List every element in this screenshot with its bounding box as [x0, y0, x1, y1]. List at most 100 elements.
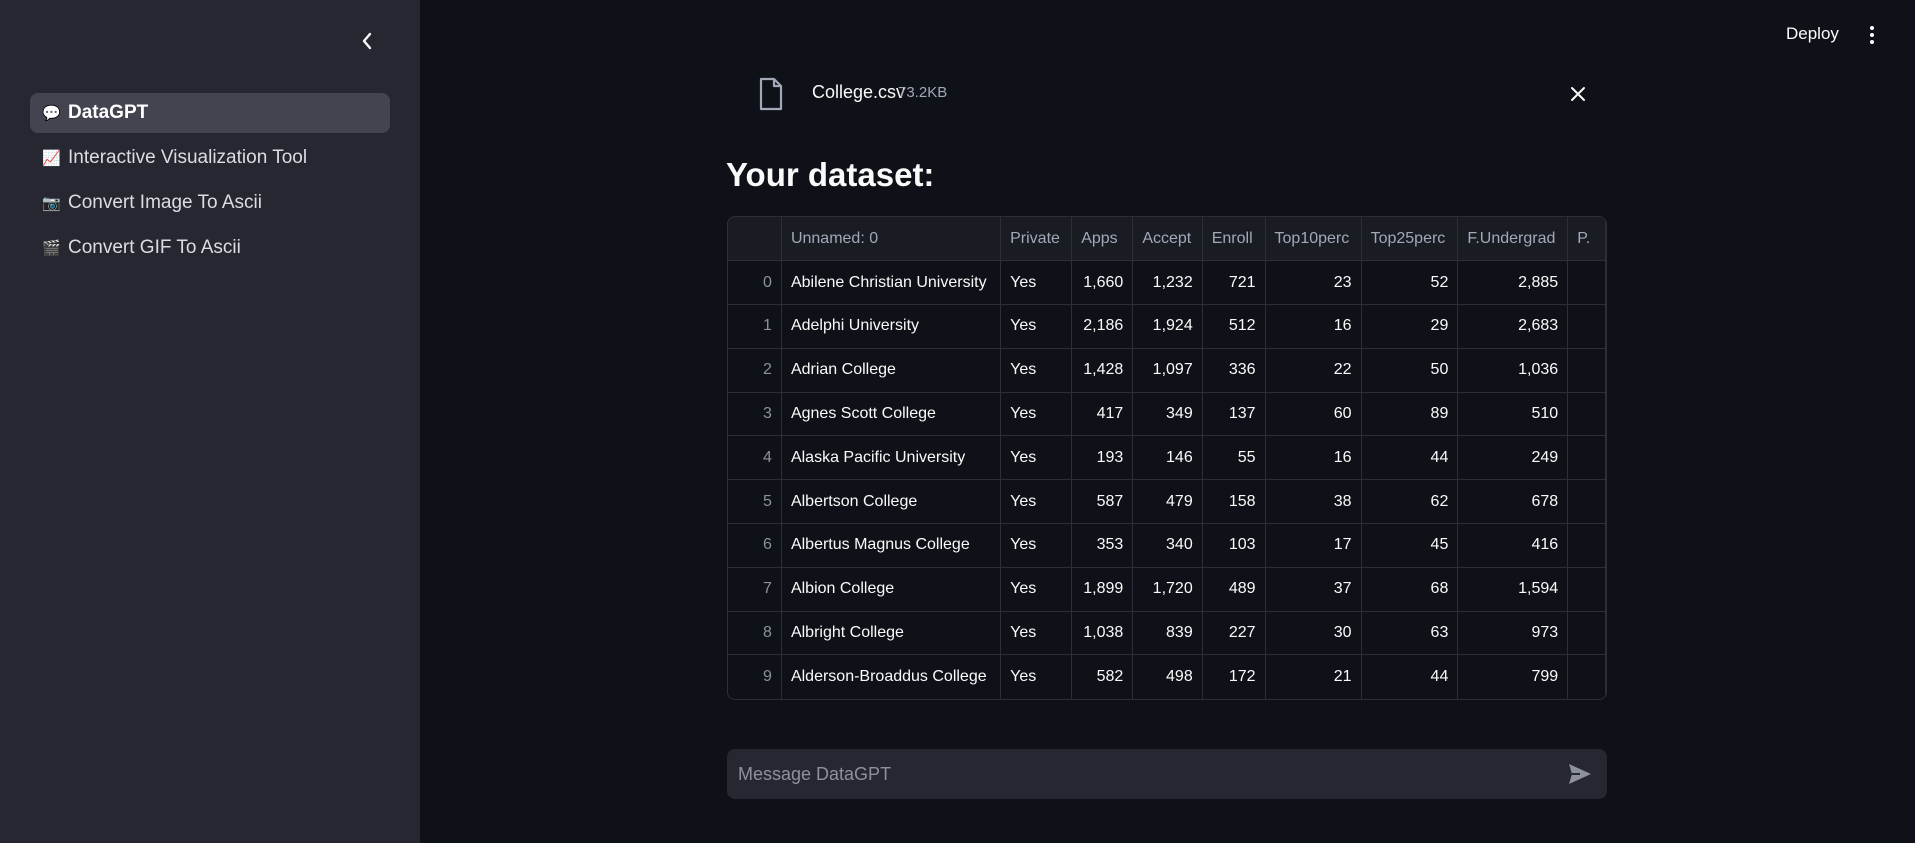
sidebar-item-convert-gif-to-ascii[interactable]: 🎬 Convert GIF To Ascii: [30, 228, 390, 268]
table-cell[interactable]: 50: [1361, 348, 1459, 393]
table-cell[interactable]: 17: [1265, 523, 1362, 568]
table-cell[interactable]: Alderson-Broaddus College: [781, 654, 1002, 699]
table-cell[interactable]: 510: [1457, 392, 1569, 437]
column-header[interactable]: Unnamed: 0: [781, 217, 1002, 262]
table-cell[interactable]: 60: [1265, 392, 1362, 437]
index-column-header[interactable]: [728, 217, 782, 262]
column-header[interactable]: Top25perc: [1361, 217, 1459, 262]
table-cell[interactable]: 227: [1202, 611, 1266, 656]
table-cell[interactable]: 21: [1265, 654, 1362, 699]
table-cell[interactable]: [1567, 611, 1606, 656]
chat-input[interactable]: [727, 749, 1547, 799]
table-cell[interactable]: 1,720: [1132, 567, 1203, 612]
table-cell[interactable]: 158: [1202, 479, 1266, 525]
table-cell[interactable]: Abilene Christian University: [781, 260, 1002, 306]
table-cell[interactable]: Yes: [1000, 392, 1073, 437]
row-index-cell[interactable]: 8: [728, 611, 782, 656]
table-cell[interactable]: 839: [1132, 611, 1203, 656]
table-cell[interactable]: 512: [1202, 304, 1266, 349]
table-cell[interactable]: 1,594: [1457, 567, 1569, 612]
table-cell[interactable]: Agnes Scott College: [781, 392, 1002, 437]
table-cell[interactable]: 16: [1265, 435, 1362, 481]
table-row[interactable]: 3 Agnes Scott College Yes 417 349 137 60 89 510: [728, 392, 1606, 437]
row-index-cell[interactable]: 2: [728, 348, 782, 393]
column-header[interactable]: Accept: [1132, 217, 1203, 262]
table-cell[interactable]: 1,038: [1071, 611, 1134, 656]
sidebar-item-interactive-visualization-tool[interactable]: 📈 Interactive Visualization Tool: [30, 138, 390, 178]
table-cell[interactable]: [1567, 392, 1606, 437]
row-index-cell[interactable]: 7: [728, 567, 782, 612]
table-cell[interactable]: 417: [1071, 392, 1134, 437]
table-cell[interactable]: [1567, 523, 1606, 568]
table-row[interactable]: 8 Albright College Yes 1,038 839 227 30 63 973: [728, 611, 1606, 656]
table-cell[interactable]: 16: [1265, 304, 1362, 349]
table-row[interactable]: 9 Alderson-Broaddus College Yes 582 498 172 21…: [728, 654, 1606, 699]
table-cell[interactable]: 1,428: [1071, 348, 1134, 393]
table-row[interactable]: 6 Albertus Magnus College Yes 353 340 103 17 45…: [728, 523, 1606, 568]
main-menu-icon[interactable]: [1862, 22, 1882, 48]
table-cell[interactable]: Adrian College: [781, 348, 1002, 393]
sidebar-item-datagpt[interactable]: 💬 DataGPT: [30, 93, 390, 133]
table-cell[interactable]: 799: [1457, 654, 1569, 699]
data-table[interactable]: Unnamed: 0 Private Apps Accept Enroll Top10pe…: [728, 217, 1606, 699]
table-cell[interactable]: 38: [1265, 479, 1362, 525]
table-cell[interactable]: 29: [1361, 304, 1459, 349]
deploy-button[interactable]: Deploy: [1786, 24, 1839, 44]
table-cell[interactable]: 1,097: [1132, 348, 1203, 393]
table-cell[interactable]: 1,036: [1457, 348, 1569, 393]
table-cell[interactable]: 1,924: [1132, 304, 1203, 349]
table-cell[interactable]: 22: [1265, 348, 1362, 393]
table-cell[interactable]: 37: [1265, 567, 1362, 612]
row-index-cell[interactable]: 1: [728, 304, 782, 349]
table-cell[interactable]: 721: [1202, 260, 1266, 306]
table-cell[interactable]: 23: [1265, 260, 1362, 306]
table-cell[interactable]: Yes: [1000, 611, 1073, 656]
table-cell[interactable]: Yes: [1000, 523, 1073, 568]
table-cell[interactable]: 1,660: [1071, 260, 1134, 306]
table-cell[interactable]: 172: [1202, 654, 1266, 699]
table-cell[interactable]: Alaska Pacific University: [781, 435, 1002, 481]
column-header[interactable]: Apps: [1071, 217, 1134, 262]
table-cell[interactable]: 489: [1202, 567, 1266, 612]
table-cell[interactable]: 45: [1361, 523, 1459, 568]
row-index-cell[interactable]: 3: [728, 392, 782, 437]
row-index-cell[interactable]: 4: [728, 435, 782, 481]
table-cell[interactable]: [1567, 567, 1606, 612]
table-row[interactable]: 7 Albion College Yes 1,899 1,720 489 37 68 1,594: [728, 567, 1606, 612]
table-cell[interactable]: [1567, 348, 1606, 393]
table-cell[interactable]: 52: [1361, 260, 1459, 306]
collapse-sidebar-button[interactable]: [352, 26, 382, 56]
table-cell[interactable]: 68: [1361, 567, 1459, 612]
table-row[interactable]: 0 Abilene Christian University Yes 1,660 1,2…: [728, 260, 1606, 306]
table-cell[interactable]: 479: [1132, 479, 1203, 525]
table-cell[interactable]: 1,899: [1071, 567, 1134, 612]
table-cell[interactable]: Yes: [1000, 304, 1073, 349]
table-row[interactable]: 2 Adrian College Yes 1,428 1,097 336 22 50 1,036: [728, 348, 1606, 393]
table-cell[interactable]: Yes: [1000, 348, 1073, 393]
table-cell[interactable]: Yes: [1000, 567, 1073, 612]
table-cell[interactable]: [1567, 304, 1606, 349]
table-cell[interactable]: 2,683: [1457, 304, 1569, 349]
column-header[interactable]: F.Undergrad: [1457, 217, 1569, 262]
table-cell[interactable]: Albertus Magnus College: [781, 523, 1002, 568]
table-cell[interactable]: 587: [1071, 479, 1134, 525]
table-cell[interactable]: Yes: [1000, 435, 1073, 481]
row-index-cell[interactable]: 6: [728, 523, 782, 568]
table-cell[interactable]: 973: [1457, 611, 1569, 656]
table-cell[interactable]: 416: [1457, 523, 1569, 568]
table-cell[interactable]: 498: [1132, 654, 1203, 699]
dataframe[interactable]: Unnamed: 0 Private Apps Accept Enroll Top10pe…: [727, 216, 1607, 700]
table-cell[interactable]: 2,885: [1457, 260, 1569, 306]
remove-file-button[interactable]: [1564, 80, 1592, 108]
table-cell[interactable]: 30: [1265, 611, 1362, 656]
row-index-cell[interactable]: 5: [728, 479, 782, 525]
table-cell[interactable]: 89: [1361, 392, 1459, 437]
row-index-cell[interactable]: 9: [728, 654, 782, 699]
table-row[interactable]: 1 Adelphi University Yes 2,186 1,924 512 16 29 2…: [728, 304, 1606, 349]
sidebar-item-convert-image-to-ascii[interactable]: 📷 Convert Image To Ascii: [30, 183, 390, 223]
table-cell[interactable]: 146: [1132, 435, 1203, 481]
table-cell[interactable]: 44: [1361, 654, 1459, 699]
table-cell[interactable]: Albright College: [781, 611, 1002, 656]
table-cell[interactable]: 336: [1202, 348, 1266, 393]
table-cell[interactable]: [1567, 260, 1606, 306]
